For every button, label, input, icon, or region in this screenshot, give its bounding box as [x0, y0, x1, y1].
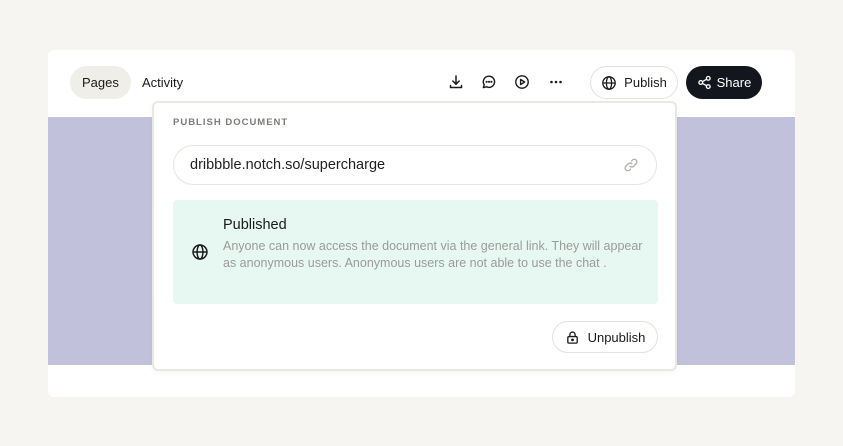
- lock-icon: [565, 330, 580, 345]
- tab-pages[interactable]: Pages: [70, 66, 131, 99]
- download-icon[interactable]: [447, 73, 465, 91]
- document-url-field[interactable]: dribbble.notch.so/supercharge: [173, 145, 657, 185]
- status-title: Published: [223, 217, 287, 233]
- unpublish-label: Unpublish: [587, 329, 646, 345]
- comment-icon[interactable]: [480, 73, 498, 91]
- more-icon[interactable]: [547, 73, 565, 91]
- globe-icon: [601, 75, 617, 91]
- published-status-box: Published Anyone can now access the docu…: [173, 200, 658, 304]
- popover-title: PUBLISH DOCUMENT: [173, 117, 289, 128]
- play-icon[interactable]: [513, 73, 531, 91]
- share-button[interactable]: Share: [686, 66, 762, 99]
- status-description: Anyone can now access the document via t…: [223, 239, 643, 270]
- publish-popover: PUBLISH DOCUMENT dribbble.notch.so/super…: [152, 101, 677, 371]
- publish-label: Publish: [624, 75, 667, 90]
- globe-icon: [191, 243, 209, 261]
- unpublish-button[interactable]: Unpublish: [552, 321, 658, 353]
- publish-button[interactable]: Publish: [590, 66, 678, 99]
- share-icon: [697, 75, 712, 90]
- document-url[interactable]: dribbble.notch.so/supercharge: [190, 157, 622, 173]
- tab-activity[interactable]: Activity: [130, 66, 195, 99]
- copy-link-icon[interactable]: [622, 156, 640, 174]
- share-label: Share: [716, 75, 752, 90]
